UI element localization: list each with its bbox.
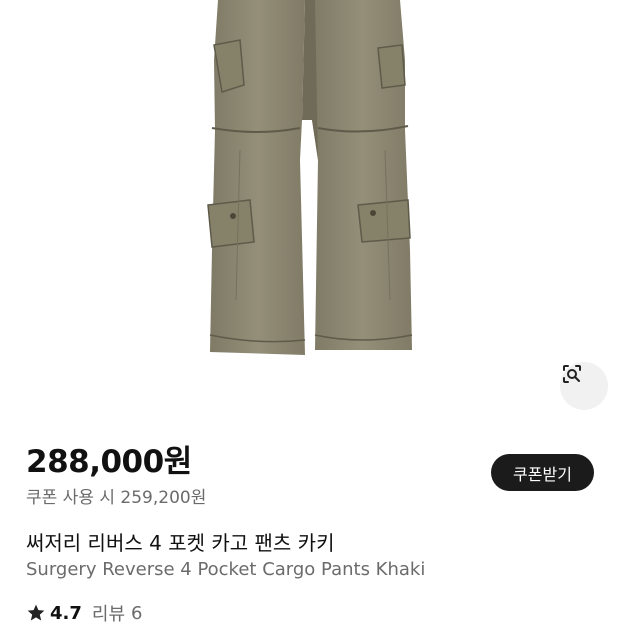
- cargo-pants-illustration: [207, 0, 413, 355]
- rating-value: 4.7: [50, 602, 82, 624]
- product-price: 288,000원: [26, 444, 192, 480]
- lens-search-icon: [563, 365, 581, 383]
- product-image[interactable]: [0, 0, 620, 420]
- review-label[interactable]: 리뷰: [92, 600, 125, 626]
- rating-summary[interactable]: 4.7 리뷰 6: [26, 600, 142, 626]
- star-icon: [27, 604, 45, 621]
- coupon-price: 쿠폰 사용 시 259,200원: [26, 488, 207, 508]
- product-title-english: Surgery Reverse 4 Pocket Cargo Pants Kha…: [26, 559, 426, 580]
- product-title-korean: 써저리 리버스 4 포켓 카고 팬츠 카키: [26, 531, 335, 555]
- review-count[interactable]: 6: [131, 603, 142, 624]
- coupon-download-button[interactable]: 쿠폰받기: [491, 454, 594, 491]
- lens-search-button[interactable]: [560, 362, 608, 410]
